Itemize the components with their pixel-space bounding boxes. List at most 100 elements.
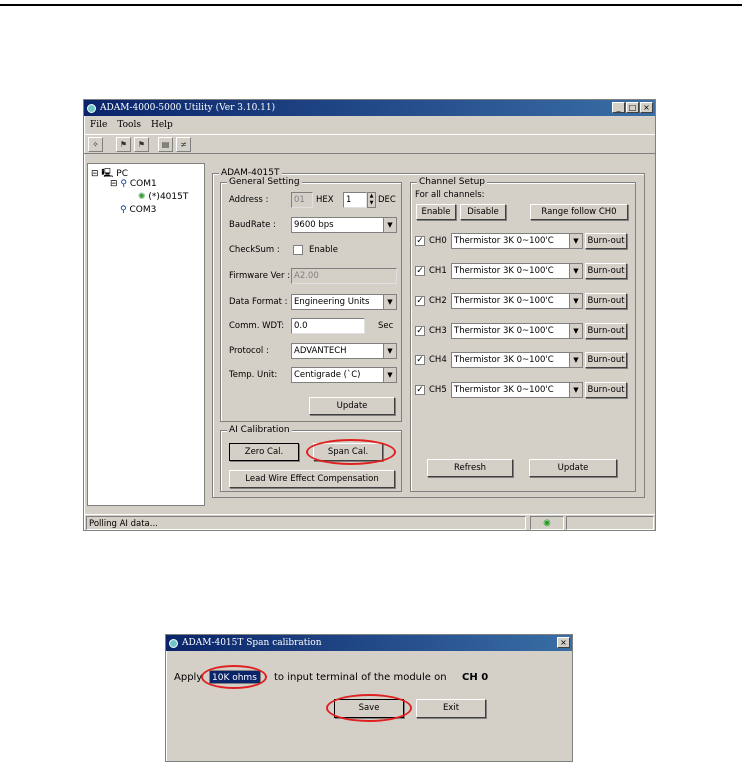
ch3-checkbox[interactable]: ✓	[415, 326, 425, 336]
ch3-burnout-button[interactable]: Burn-out	[585, 323, 627, 339]
exit-button[interactable]: Exit	[416, 699, 486, 718]
ch4-range-select[interactable]: Thermistor 3K 0~100'C ▼	[451, 352, 583, 368]
hex-label: HEX	[316, 195, 334, 205]
ch0-range-value: Thermistor 3K 0~100'C	[454, 236, 554, 246]
tree-com1[interactable]: ⊟ ⚲ COM1	[110, 179, 157, 189]
ch4-burnout-button[interactable]: Burn-out	[585, 352, 627, 368]
temp-unit-label: Temp. Unit:	[229, 370, 278, 380]
tree-module[interactable]: ✺ (*)4015T	[138, 192, 188, 202]
main-title: ADAM-4000-5000 Utility (Ver 3.10.11)	[100, 103, 276, 113]
channel-row: ✓ CH0 Thermistor 3K 0~100'C ▼ Burn-out	[415, 232, 635, 252]
app-icon	[87, 103, 96, 113]
zero-cal-button[interactable]: Zero Cal.	[229, 443, 299, 461]
general-update-button[interactable]: Update	[309, 397, 395, 415]
device-tree: ⊟ 🖳 PC ⊟ ⚲ COM1 ✺ (*)4015T ⚲ COM3	[87, 163, 205, 506]
channel-update-button[interactable]: Update	[529, 459, 617, 477]
wdt-label: Comm. WDT:	[229, 321, 285, 331]
refresh-button[interactable]: Refresh	[427, 459, 513, 477]
chevron-down-icon: ▼	[569, 383, 582, 397]
ch4-checkbox[interactable]: ✓	[415, 355, 425, 365]
connect-icon[interactable]: ⚑	[116, 137, 131, 152]
pc-icon: 🖳	[101, 169, 114, 179]
ch2-checkbox[interactable]: ✓	[415, 296, 425, 306]
chevron-down-icon: ▼	[383, 344, 396, 358]
ch1-range-select[interactable]: Thermistor 3K 0~100'C ▼	[451, 263, 583, 279]
baud-select[interactable]: 9600 bps ▼	[291, 217, 397, 233]
tree-com1-label: COM1	[129, 179, 157, 189]
close-button[interactable]: ×	[640, 102, 653, 113]
ch2-label: CH2	[429, 296, 447, 306]
port-icon: ⚲	[120, 205, 127, 215]
lead-wire-button[interactable]: Lead Wire Effect Compensation	[229, 470, 395, 488]
ch2-burnout-button[interactable]: Burn-out	[585, 293, 627, 309]
ch0-burnout-button[interactable]: Burn-out	[585, 233, 627, 249]
module-icon: ✺	[138, 192, 146, 202]
general-title: General Setting	[227, 177, 302, 187]
channel-setup-group: Channel Setup For all channels: Enable D…	[410, 177, 636, 492]
ch0-label: CH0	[429, 236, 447, 246]
menu-bar: File Tools Help	[84, 116, 655, 134]
baud-value: 9600 bps	[294, 220, 334, 230]
disable-all-button[interactable]: Disable	[460, 204, 506, 220]
data-icon[interactable]: ≠	[176, 137, 191, 152]
chevron-down-icon: ▼	[383, 218, 396, 232]
temp-unit-value: Centigrade (`C)	[294, 370, 361, 380]
address-spinner[interactable]: ▲ ▼	[367, 192, 376, 208]
disconnect-icon[interactable]: ⚑	[134, 137, 149, 152]
ai-calibration-group: AI Calibration Zero Cal. Span Cal. Lead …	[220, 425, 402, 492]
ch0-range-select[interactable]: Thermistor 3K 0~100'C ▼	[451, 233, 583, 249]
tree-module-label: (*)4015T	[148, 192, 189, 202]
chevron-down-icon: ▼	[569, 264, 582, 278]
ch5-checkbox[interactable]: ✓	[415, 385, 425, 395]
range-follow-button[interactable]: Range follow CH0	[530, 204, 628, 220]
enable-all-button[interactable]: Enable	[416, 204, 456, 220]
ch1-burnout-button[interactable]: Burn-out	[585, 263, 627, 279]
menu-help[interactable]: Help	[151, 120, 173, 130]
dialog-title-bar: ADAM-4015T Span calibration ×	[166, 635, 572, 651]
dialog-close-button[interactable]: ×	[557, 637, 570, 648]
port-icon: ⚲	[120, 179, 127, 189]
menu-file[interactable]: File	[90, 120, 107, 130]
ch0-checkbox[interactable]: ✓	[415, 236, 425, 246]
toolbar: ✧ ⚑ ⚑ ▤ ≠	[84, 134, 655, 154]
status-text: Polling AI data...	[86, 516, 526, 530]
chevron-down-icon: ▼	[383, 368, 396, 382]
ch1-checkbox[interactable]: ✓	[415, 266, 425, 276]
ch1-label: CH1	[429, 266, 447, 276]
ch5-label: CH5	[429, 385, 447, 395]
status-led-icon: ◉	[530, 516, 564, 530]
ch3-label: CH3	[429, 326, 447, 336]
ch3-range-select[interactable]: Thermistor 3K 0~100'C ▼	[451, 323, 583, 339]
minimize-button[interactable]: _	[612, 102, 625, 113]
ch2-range-select[interactable]: Thermistor 3K 0~100'C ▼	[451, 293, 583, 309]
protocol-select[interactable]: ADVANTECH ▼	[291, 343, 397, 359]
maximize-button[interactable]: □	[626, 102, 639, 113]
span-calibration-dialog: ADAM-4015T Span calibration × Apply 10K …	[165, 634, 573, 762]
ch5-range-select[interactable]: Thermistor 3K 0~100'C ▼	[451, 382, 583, 398]
status-bar: Polling AI data... ◉	[84, 514, 655, 530]
chevron-down-icon: ▼	[569, 353, 582, 367]
checksum-label: CheckSum :	[229, 245, 280, 255]
channel-row: ✓ CH1 Thermistor 3K 0~100'C ▼ Burn-out	[415, 262, 635, 282]
checksum-checkbox[interactable]	[293, 245, 303, 255]
temp-unit-select[interactable]: Centigrade (`C) ▼	[291, 367, 397, 383]
ch1-range-value: Thermistor 3K 0~100'C	[454, 266, 554, 276]
address-label: Address :	[229, 195, 269, 205]
search-icon[interactable]: ✧	[88, 137, 103, 152]
page-rule	[0, 4, 742, 6]
tree-com3[interactable]: ⚲ COM3	[120, 205, 156, 215]
ch5-burnout-button[interactable]: Burn-out	[585, 382, 627, 398]
status-cell	[566, 516, 654, 530]
protocol-label: Protocol :	[229, 346, 269, 356]
channel-title: Channel Setup	[417, 177, 488, 187]
menu-tools[interactable]: Tools	[117, 120, 141, 130]
checksum-enable-label: Enable	[309, 245, 338, 255]
wdt-field[interactable]: 0.0	[291, 318, 365, 334]
ch4-label: CH4	[429, 355, 447, 365]
module-group: ADAM-4015T General Setting Address : 01 …	[212, 168, 645, 498]
data-format-label: Data Format :	[229, 297, 288, 307]
data-format-select[interactable]: Engineering Units ▼	[291, 294, 397, 310]
apply-label: Apply	[174, 672, 203, 683]
address-dec-field[interactable]: 1	[343, 192, 367, 208]
terminal-icon[interactable]: ▤	[158, 137, 173, 152]
